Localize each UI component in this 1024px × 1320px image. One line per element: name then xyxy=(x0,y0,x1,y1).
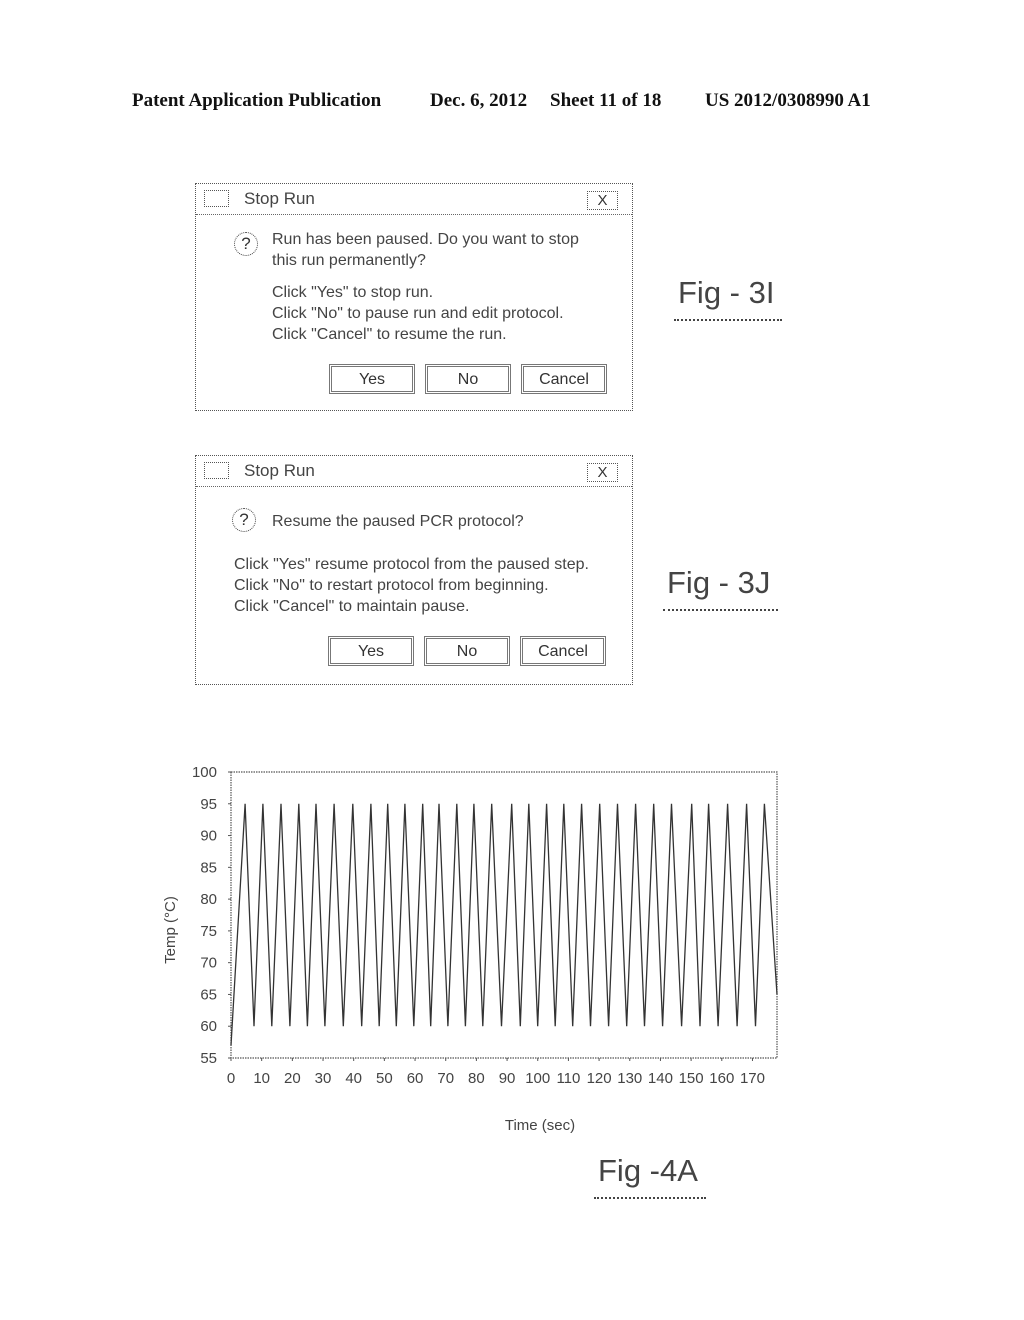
question-icon: ? xyxy=(234,232,258,256)
x-tick-label: 80 xyxy=(468,1070,485,1087)
dialog-question: Run has been paused. Do you want to stop… xyxy=(272,229,579,271)
instruction-line: Click "Cancel" to resume the run. xyxy=(272,326,507,343)
dialog-title: Stop Run xyxy=(244,189,315,208)
publication-type: Patent Application Publication xyxy=(132,90,382,111)
yes-button[interactable]: Yes xyxy=(328,636,414,666)
y-tick-label: 100 xyxy=(192,764,217,781)
close-icon: X xyxy=(597,464,608,481)
y-tick-label: 60 xyxy=(200,1018,217,1035)
instruction-line: Click "No" to restart protocol from begi… xyxy=(234,577,549,594)
dialog-question: Resume the paused PCR protocol? xyxy=(272,511,524,532)
x-tick-label: 110 xyxy=(556,1070,580,1087)
x-tick-label: 40 xyxy=(345,1070,362,1087)
dialog-title: Stop Run xyxy=(244,461,315,480)
y-axis: 55 60 65 70 75 80 85 90 95 100 xyxy=(192,764,231,1067)
x-tick-label: 70 xyxy=(437,1070,454,1087)
x-tick-label: 20 xyxy=(284,1070,301,1087)
figure-label-3i: Fig - 3I xyxy=(673,275,783,321)
plot-frame xyxy=(230,771,778,1059)
dialog-titlebar: Stop Run X xyxy=(196,456,632,487)
question-line: Run has been paused. Do you want to stop xyxy=(272,231,579,248)
instruction-line: Click "Cancel" to maintain pause. xyxy=(234,598,470,615)
publication-date: Dec. 6, 2012 xyxy=(430,90,528,111)
x-tick-label: 140 xyxy=(648,1070,673,1087)
question-line: this run permanently? xyxy=(272,252,426,269)
dialog-instructions: Click "Yes" to stop run. Click "No" to p… xyxy=(272,282,564,345)
x-tick-label: 0 xyxy=(227,1070,235,1087)
yes-button[interactable]: Yes xyxy=(329,364,415,394)
x-axis-label: Time (sec) xyxy=(505,1117,575,1134)
y-tick-label: 65 xyxy=(200,986,217,1003)
instruction-line: Click "Yes" resume protocol from the pau… xyxy=(234,556,589,573)
x-tick-label: 130 xyxy=(617,1070,642,1087)
x-tick-label: 170 xyxy=(740,1070,765,1087)
x-tick-label: 30 xyxy=(315,1070,332,1087)
y-tick-label: 55 xyxy=(200,1050,217,1067)
close-icon: X xyxy=(597,192,608,209)
patent-header: Patent Application Publication Dec. 6, 2… xyxy=(0,90,1024,114)
x-tick-label: 10 xyxy=(253,1070,270,1087)
x-tick-label: 50 xyxy=(376,1070,393,1087)
stop-run-dialog-pause: Stop Run X ? Run has been paused. Do you… xyxy=(195,183,633,411)
y-tick-label: 85 xyxy=(200,859,217,876)
window-menu-icon[interactable] xyxy=(204,190,229,207)
y-axis-label: Temp (°C) xyxy=(162,896,179,964)
x-tick-label: 120 xyxy=(587,1070,612,1087)
temperature-series-line xyxy=(230,803,778,1046)
patent-number: US 2012/0308990 A1 xyxy=(705,90,871,111)
stop-run-dialog-resume: Stop Run X ? Resume the paused PCR proto… xyxy=(195,455,633,685)
window-menu-icon[interactable] xyxy=(204,462,229,479)
no-button[interactable]: No xyxy=(425,364,511,394)
close-button[interactable]: X xyxy=(587,463,618,482)
question-icon: ? xyxy=(232,508,256,532)
x-tick-label: 150 xyxy=(679,1070,704,1087)
y-tick-label: 70 xyxy=(200,955,217,972)
x-axis: 0 10 20 30 40 50 60 70 80 90 100 110 120 130 140 150 160… xyxy=(227,1058,765,1087)
x-tick-label: 60 xyxy=(407,1070,424,1087)
cancel-button[interactable]: Cancel xyxy=(521,364,607,394)
x-tick-label: 100 xyxy=(525,1070,550,1087)
y-tick-label: 75 xyxy=(200,923,217,940)
instruction-line: Click "No" to pause run and edit protoco… xyxy=(272,305,564,322)
cancel-button[interactable]: Cancel xyxy=(520,636,606,666)
question-line: Resume the paused PCR protocol? xyxy=(272,513,524,530)
dialog-instructions: Click "Yes" resume protocol from the pau… xyxy=(234,554,589,617)
x-tick-label: 160 xyxy=(709,1070,734,1087)
figure-label-4a: Fig -4A xyxy=(594,1153,706,1199)
figure-label-3j: Fig - 3J xyxy=(662,565,779,611)
dialog-titlebar: Stop Run X xyxy=(196,184,632,215)
x-tick-label: 90 xyxy=(499,1070,516,1087)
close-button[interactable]: X xyxy=(587,191,618,210)
y-tick-label: 95 xyxy=(200,796,217,813)
sheet-number: Sheet 11 of 18 xyxy=(550,90,662,111)
y-tick-label: 80 xyxy=(200,891,217,908)
no-button[interactable]: No xyxy=(424,636,510,666)
y-tick-label: 90 xyxy=(200,828,217,845)
temperature-chart: 55 60 65 70 75 80 85 90 95 100 0 10 20 30 40 50 60 70 80 9… xyxy=(162,764,778,1134)
instruction-line: Click "Yes" to stop run. xyxy=(272,284,434,301)
